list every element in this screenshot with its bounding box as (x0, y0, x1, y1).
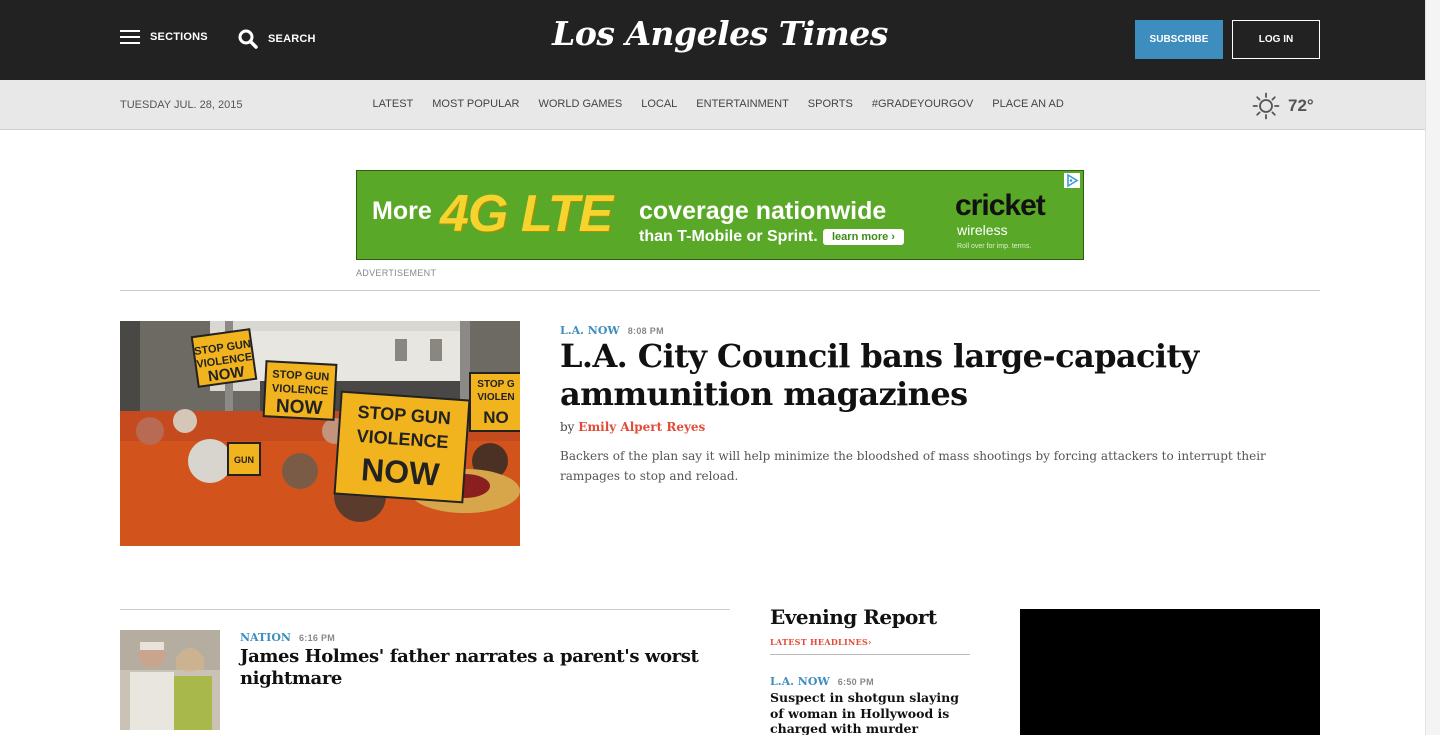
cricket-ad-banner[interactable]: More 4G LTE coverage nationwide than T-M… (356, 170, 1084, 260)
chevron-right-icon: › (868, 637, 872, 647)
ad-text-comparison: than T-Mobile or Sprint. (639, 228, 818, 245)
lead-story-kicker[interactable]: L.A. NOW (560, 324, 620, 337)
nav-link-local[interactable]: LOCAL (641, 98, 677, 110)
ad-text-more: More (372, 197, 432, 225)
site-header: SECTIONS SEARCH Los Angeles Times SUBSCR… (0, 0, 1440, 80)
latest-headlines-link[interactable]: LATEST HEADLINES› (770, 637, 872, 647)
sections-menu-button[interactable]: SECTIONS (120, 29, 208, 45)
ad-brand-logo: cricket (955, 189, 1046, 222)
current-date: TUESDAY JUL. 28, 2015 (120, 99, 243, 111)
divider (120, 609, 730, 610)
ad-text-4g-lte: 4G LTE (440, 185, 613, 243)
author-link[interactable]: Emily Alpert Reyes (578, 420, 705, 434)
advertisement-label: ADVERTISEMENT (356, 268, 437, 278)
nav-link-place-an-ad[interactable]: PLACE AN AD (992, 98, 1064, 110)
page-scrollbar[interactable] (1425, 0, 1440, 735)
secondary-story-headline[interactable]: James Holmes' father narrates a parent's… (240, 646, 710, 690)
evening-report-headline[interactable]: Suspect in shotgun slaying of woman in H… (770, 690, 970, 735)
section-nav-bar: TUESDAY JUL. 28, 2015 LATEST MOST POPULA… (0, 80, 1440, 130)
sun-icon (1252, 92, 1280, 120)
svg-text:NOW: NOW (360, 451, 441, 492)
svg-text:NO: NO (483, 408, 509, 427)
section-links: LATEST MOST POPULAR WORLD GAMES LOCAL EN… (363, 98, 1073, 110)
search-label: SEARCH (268, 33, 316, 45)
lead-story-byline: by Emily Alpert Reyes (560, 420, 705, 434)
ad-fine-print: Roll over for imp. terms. (957, 243, 1032, 250)
evening-report-time: 6:50 PM (837, 677, 874, 687)
video-player[interactable] (1020, 609, 1320, 735)
evening-report-title: Evening Report (770, 605, 937, 629)
lead-story-time: 8:08 PM (627, 326, 664, 336)
site-logo[interactable]: Los Angeles Times (540, 14, 900, 53)
nav-link-latest[interactable]: LATEST (373, 98, 414, 110)
svg-text:STOP G: STOP G (477, 379, 515, 390)
secondary-story-meta: NATION 6:16 PM (240, 628, 335, 646)
temperature: 72° (1288, 96, 1314, 115)
ad-brand-sub: wireless (957, 222, 1008, 238)
svg-text:GUN: GUN (234, 455, 254, 465)
adchoices-icon[interactable] (1064, 173, 1080, 188)
nav-link-gradeyourgov[interactable]: #GRADEYOURGOV (872, 98, 973, 110)
nav-link-entertainment[interactable]: ENTERTAINMENT (696, 98, 789, 110)
byline-prefix: by (560, 420, 575, 434)
subscribe-button[interactable]: SUBSCRIBE (1135, 20, 1223, 59)
ad-text-coverage: coverage nationwide (639, 197, 887, 225)
nav-link-sports[interactable]: SPORTS (808, 98, 853, 110)
weather-widget[interactable]: 72° (1252, 92, 1314, 120)
latest-headlines-label: LATEST HEADLINES (770, 637, 869, 647)
secondary-story-image[interactable] (120, 630, 220, 730)
evening-report-meta: L.A. NOW 6:50 PM (770, 672, 874, 690)
svg-text:VIOLEN: VIOLEN (477, 392, 514, 403)
lead-story-image[interactable]: STOP GUN VIOLENCE NOW STOP GUN VIOLENCE … (120, 321, 520, 546)
lead-story-headline[interactable]: L.A. City Council bans large-capacity am… (560, 337, 1320, 413)
divider (120, 290, 1320, 291)
sections-label: SECTIONS (150, 31, 208, 43)
lead-story-description: Backers of the plan say it will help min… (560, 449, 1266, 483)
divider (770, 654, 970, 655)
svg-text:NOW: NOW (275, 396, 323, 419)
login-button[interactable]: LOG IN (1232, 20, 1320, 59)
ad-learn-more-button[interactable]: learn more › (823, 229, 904, 245)
nav-link-world-games[interactable]: WORLD GAMES (538, 98, 622, 110)
search-button[interactable]: SEARCH (238, 29, 316, 49)
secondary-story-time: 6:16 PM (298, 633, 336, 643)
secondary-story-kicker[interactable]: NATION (240, 631, 291, 644)
search-icon (238, 29, 258, 49)
nav-link-most-popular[interactable]: MOST POPULAR (432, 98, 519, 110)
evening-report-kicker[interactable]: L.A. NOW (770, 675, 830, 688)
hamburger-icon (120, 29, 140, 45)
